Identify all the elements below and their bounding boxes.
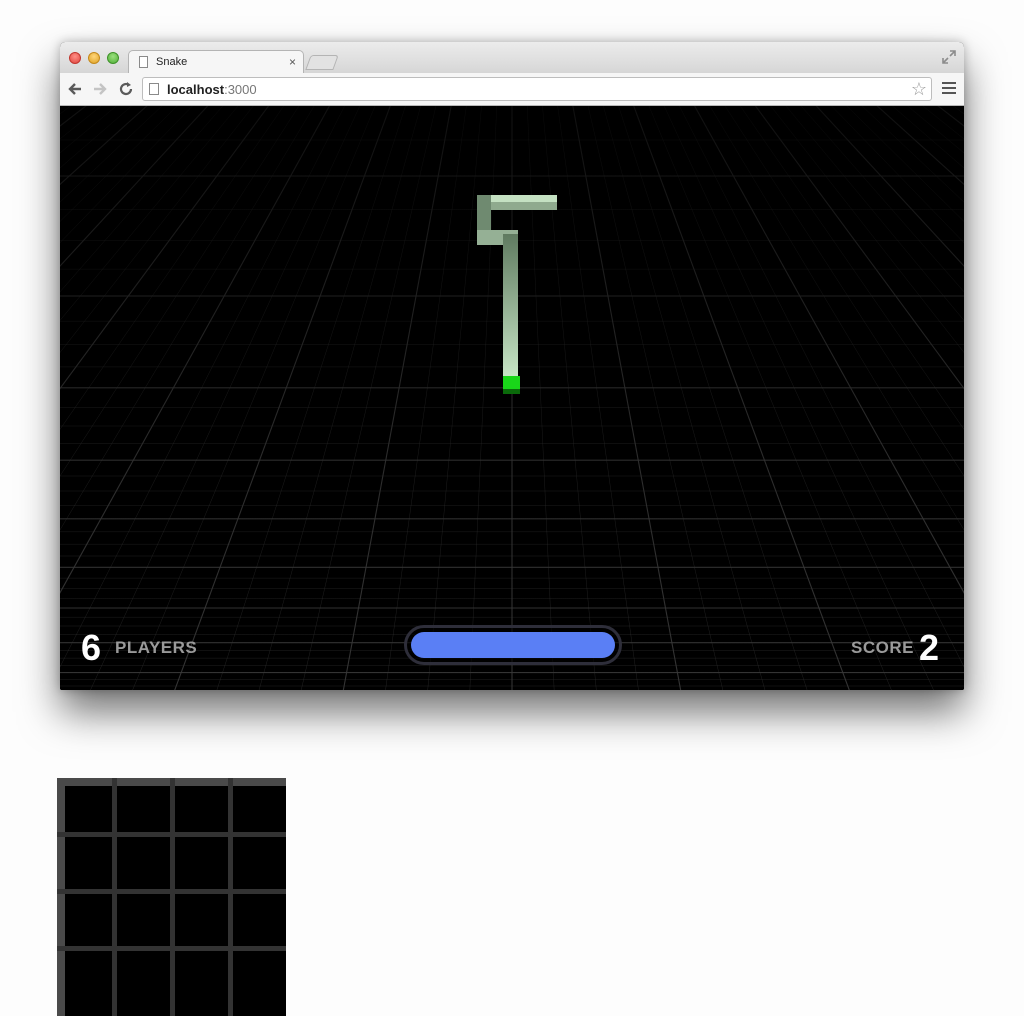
players-label: PLAYERS: [115, 638, 198, 657]
tab-snake[interactable]: Snake ×: [128, 50, 304, 74]
url-text[interactable]: localhost:3000: [167, 82, 257, 97]
snake-body: [491, 195, 557, 202]
browser-window: Snake × localhost:3000 ☆ 6 PLAYERS SCORE…: [60, 42, 964, 690]
score-value: 2: [919, 627, 940, 668]
game-canvas[interactable]: 6 PLAYERS SCORE 2: [60, 106, 964, 690]
page-icon: [139, 56, 148, 68]
score-label: SCORE: [851, 638, 914, 657]
grid-line: [57, 889, 286, 894]
title-bar: Snake ×: [60, 42, 964, 74]
address-bar[interactable]: localhost:3000 ☆: [142, 77, 932, 101]
menu-icon[interactable]: [942, 82, 956, 96]
reload-icon[interactable]: [117, 80, 135, 98]
grid-line: [228, 778, 233, 1016]
snake-body-side: [491, 202, 557, 210]
tab-title: Snake: [156, 56, 188, 68]
players-count: 6: [81, 627, 102, 668]
url-host: localhost: [167, 82, 225, 97]
snake: [477, 195, 557, 394]
grid-frame: [57, 778, 65, 1016]
grid-detail-svg: [57, 778, 286, 1016]
url-port: :3000: [224, 82, 257, 97]
forward-icon[interactable]: [91, 80, 109, 98]
grid-detail-view: [57, 778, 286, 1016]
tab-close-icon[interactable]: ×: [289, 55, 296, 69]
zoom-window-button[interactable]: [107, 52, 119, 64]
grid-line: [57, 946, 286, 951]
fullscreen-icon[interactable]: [942, 50, 956, 64]
snake-head-shadow: [503, 389, 520, 394]
grid-line: [170, 778, 175, 1016]
close-window-button[interactable]: [69, 52, 81, 64]
bookmark-star-icon[interactable]: ☆: [911, 79, 927, 99]
grid-line: [112, 778, 117, 1016]
boost-meter-fill: [411, 632, 615, 658]
snake-body: [503, 234, 518, 378]
minimize-window-button[interactable]: [88, 52, 100, 64]
new-tab-button[interactable]: [305, 55, 339, 70]
back-icon[interactable]: [66, 80, 84, 98]
browser-toolbar: localhost:3000 ☆: [60, 73, 964, 106]
grid-line: [57, 832, 286, 837]
snake-head: [503, 376, 520, 389]
page-icon: [149, 83, 159, 95]
boost-meter: [404, 625, 622, 665]
